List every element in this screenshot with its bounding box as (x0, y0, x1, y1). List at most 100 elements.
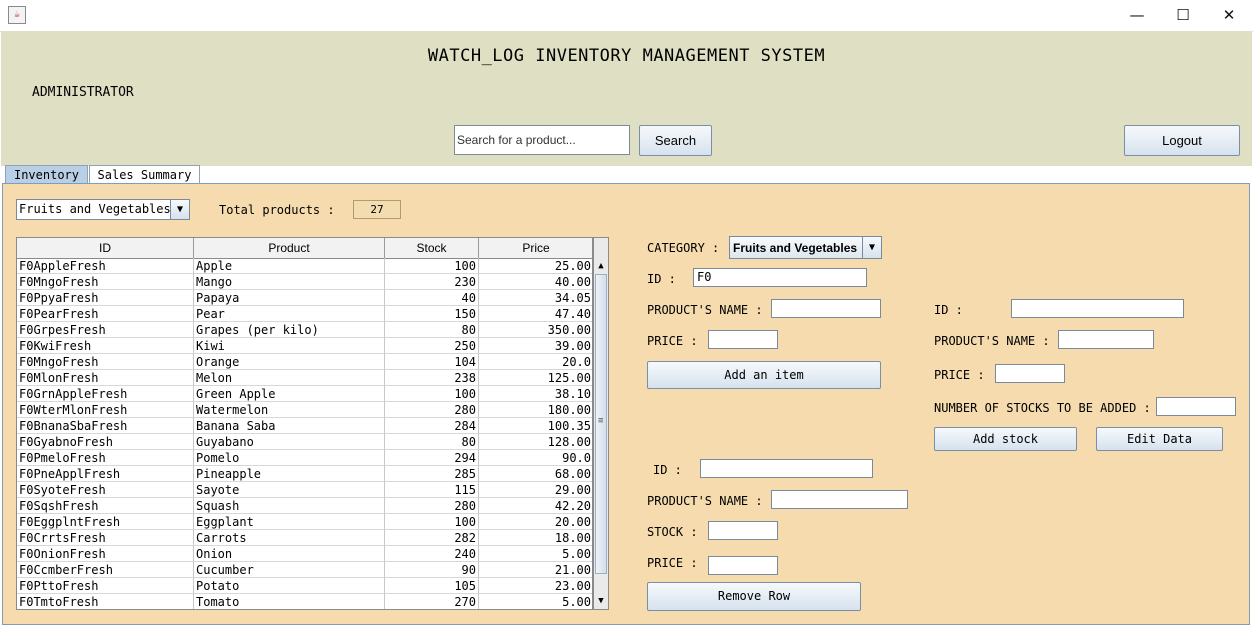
remove-name-field[interactable] (771, 490, 908, 509)
column-header-id[interactable]: ID (17, 238, 194, 258)
cell-stock[interactable]: 104 (385, 354, 479, 370)
cell-stock[interactable]: 280 (385, 402, 479, 418)
tab-inventory[interactable]: Inventory (5, 165, 88, 184)
cell-stock[interactable]: 40 (385, 290, 479, 306)
cell-id[interactable]: F0OnionFresh (17, 546, 194, 562)
cell-price[interactable]: 39.00 (479, 338, 592, 354)
table-row[interactable]: F0PearFresh Pear 150 47.40 (17, 306, 592, 322)
add-price-field[interactable] (708, 330, 778, 349)
cell-id[interactable]: F0PearFresh (17, 306, 194, 322)
cell-price[interactable]: 5.00 (479, 594, 592, 609)
cell-price[interactable]: 100.35 (479, 418, 592, 434)
table-row[interactable]: F0BnanaSbaFresh Banana Saba 284 100.35 (17, 418, 592, 434)
chevron-down-icon[interactable]: ▼ (862, 237, 881, 258)
cell-id[interactable]: F0MlonFresh (17, 370, 194, 386)
close-icon[interactable]: ✕ (1206, 0, 1252, 31)
cell-stock[interactable]: 238 (385, 370, 479, 386)
cell-product[interactable]: Pineapple (194, 466, 385, 482)
cell-price[interactable]: 29.00 (479, 482, 592, 498)
category-select[interactable]: Fruits and Vegetables ▼ (729, 236, 882, 259)
cell-id[interactable]: F0PmeloFresh (17, 450, 194, 466)
cell-product[interactable]: Watermelon (194, 402, 385, 418)
stock-id-field[interactable] (1011, 299, 1184, 318)
stocks-to-add-field[interactable] (1156, 397, 1236, 416)
cell-price[interactable]: 20.00 (479, 514, 592, 530)
add-name-field[interactable] (771, 299, 881, 318)
cell-id[interactable]: F0PttoFresh (17, 578, 194, 594)
remove-row-button[interactable]: Remove Row (647, 582, 861, 611)
table-scrollbar[interactable]: ▲ ≡ ▼ (593, 237, 609, 610)
scroll-down-icon[interactable]: ▼ (594, 593, 608, 609)
cell-id[interactable]: F0PpyaFresh (17, 290, 194, 306)
table-row[interactable]: F0PmeloFresh Pomelo 294 90.0 (17, 450, 592, 466)
table-row[interactable]: F0SyoteFresh Sayote 115 29.00 (17, 482, 592, 498)
maximize-icon[interactable]: ☐ (1160, 0, 1206, 31)
cell-id[interactable]: F0SqshFresh (17, 498, 194, 514)
table-row[interactable]: F0WterMlonFresh Watermelon 280 180.00 (17, 402, 592, 418)
cell-price[interactable]: 128.00 (479, 434, 592, 450)
cell-stock[interactable]: 100 (385, 258, 479, 274)
cell-stock[interactable]: 285 (385, 466, 479, 482)
tab-sales-summary[interactable]: Sales Summary (89, 165, 200, 184)
scroll-up-icon[interactable]: ▲ (594, 258, 608, 274)
cell-id[interactable]: F0BnanaSbaFresh (17, 418, 194, 434)
cell-price[interactable]: 90.0 (479, 450, 592, 466)
remove-id-field[interactable] (700, 459, 873, 478)
cell-product[interactable]: Squash (194, 498, 385, 514)
cell-id[interactable]: F0AppleFresh (17, 258, 194, 274)
cell-id[interactable]: F0CcmberFresh (17, 562, 194, 578)
cell-price[interactable]: 18.00 (479, 530, 592, 546)
add-stock-button[interactable]: Add stock (934, 427, 1077, 451)
chevron-down-icon[interactable]: ▼ (170, 200, 189, 219)
cell-stock[interactable]: 90 (385, 562, 479, 578)
cell-product[interactable]: Potato (194, 578, 385, 594)
cell-stock[interactable]: 80 (385, 434, 479, 450)
cell-product[interactable]: Eggplant (194, 514, 385, 530)
table-row[interactable]: F0MngoFresh Orange 104 20.0 (17, 354, 592, 370)
cell-product[interactable]: Guyabano (194, 434, 385, 450)
edit-data-button[interactable]: Edit Data (1096, 427, 1223, 451)
column-header-product[interactable]: Product (194, 238, 385, 258)
cell-price[interactable]: 350.00 (479, 322, 592, 338)
cell-price[interactable]: 125.00 (479, 370, 592, 386)
cell-stock[interactable]: 105 (385, 578, 479, 594)
cell-product[interactable]: Cucumber (194, 562, 385, 578)
cell-id[interactable]: F0WterMlonFresh (17, 402, 194, 418)
cell-id[interactable]: F0MngoFresh (17, 274, 194, 290)
cell-product[interactable]: Orange (194, 354, 385, 370)
cell-id[interactable]: F0GyabnoFresh (17, 434, 194, 450)
logout-button[interactable]: Logout (1124, 125, 1240, 156)
table-row[interactable]: F0SqshFresh Squash 280 42.20 (17, 498, 592, 514)
cell-stock[interactable]: 100 (385, 514, 479, 530)
table-row[interactable]: F0PpyaFresh Papaya 40 34.05 (17, 290, 592, 306)
table-row[interactable]: F0KwiFresh Kiwi 250 39.00 (17, 338, 592, 354)
minimize-icon[interactable]: — (1114, 0, 1160, 31)
cell-price[interactable]: 180.00 (479, 402, 592, 418)
search-button[interactable]: Search (639, 125, 712, 156)
column-header-stock[interactable]: Stock (385, 238, 479, 258)
cell-id[interactable]: F0SyoteFresh (17, 482, 194, 498)
remove-stock-field[interactable] (708, 521, 778, 540)
column-header-price[interactable]: Price (479, 238, 592, 258)
table-row[interactable]: F0PttoFresh Potato 105 23.00 (17, 578, 592, 594)
cell-price[interactable]: 47.40 (479, 306, 592, 322)
scroll-thumb[interactable]: ≡ (595, 274, 607, 574)
cell-price[interactable]: 23.00 (479, 578, 592, 594)
table-row[interactable]: F0CrrtsFresh Carrots 282 18.00 (17, 530, 592, 546)
cell-stock[interactable]: 270 (385, 594, 479, 609)
table-row[interactable]: F0TmtoFresh Tomato 270 5.00 (17, 594, 592, 609)
table-row[interactable]: F0GyabnoFresh Guyabano 80 128.00 (17, 434, 592, 450)
cell-price[interactable]: 20.0 (479, 354, 592, 370)
table-row[interactable]: F0GrpesFresh Grapes (per kilo) 80 350.00 (17, 322, 592, 338)
stock-price-field[interactable] (995, 364, 1065, 383)
table-row[interactable]: F0MlonFresh Melon 238 125.00 (17, 370, 592, 386)
table-row[interactable]: F0AppleFresh Apple 100 25.00 (17, 258, 592, 274)
cell-product[interactable]: Kiwi (194, 338, 385, 354)
cell-id[interactable]: F0EggplntFresh (17, 514, 194, 530)
cell-product[interactable]: Onion (194, 546, 385, 562)
cell-product[interactable]: Tomato (194, 594, 385, 609)
table-row[interactable]: F0OnionFresh Onion 240 5.00 (17, 546, 592, 562)
add-item-button[interactable]: Add an item (647, 361, 881, 389)
table-row[interactable]: F0EggplntFresh Eggplant 100 20.00 (17, 514, 592, 530)
cell-price[interactable]: 25.00 (479, 258, 592, 274)
